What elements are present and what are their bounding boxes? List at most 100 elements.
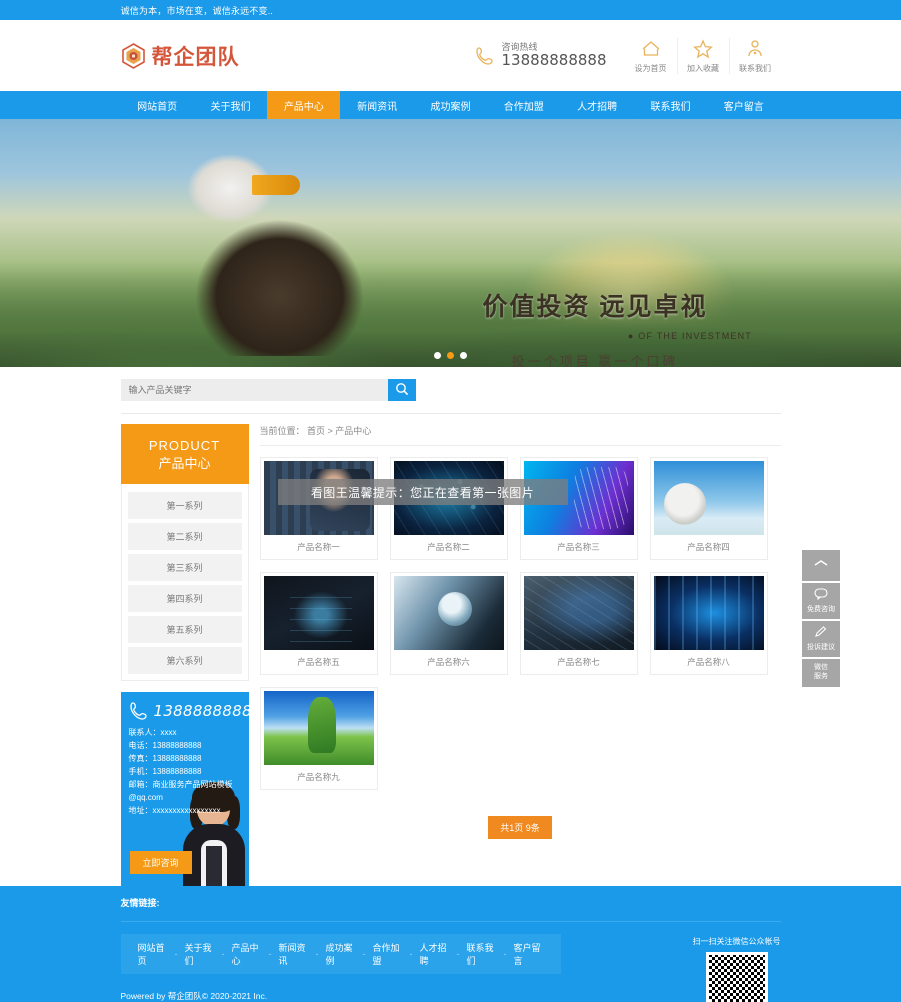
hexagon-logo-icon (121, 42, 146, 69)
breadcrumb-path[interactable]: 首页 > 产品中心 (307, 426, 371, 436)
footer-nav-item-4[interactable]: 成功案例 (319, 941, 363, 967)
footer-nav-item-2[interactable]: 产品中心 (225, 941, 269, 967)
search-icon (395, 382, 409, 399)
nav-item-3[interactable]: 新闻资讯 (340, 91, 413, 119)
product-card[interactable]: 产品名称一 (259, 457, 378, 560)
wechat-service-button[interactable]: 微信 服务 (802, 659, 840, 687)
complaint-suggestion-label: 投诉建议 (807, 644, 835, 652)
banner-english-tagline: ● OF THE INVESTMENT (627, 331, 752, 341)
scroll-to-top-button[interactable] (802, 550, 840, 582)
product-card[interactable]: 产品名称六 (389, 572, 508, 675)
location-person-icon (744, 38, 766, 59)
contact-line-4: 邮箱：商业服务产品网站模板 (128, 779, 233, 789)
banner-dot-2[interactable] (460, 352, 467, 359)
breadcrumb-prefix: 当前位置： (259, 426, 305, 436)
category-header-en: PRODUCT (148, 438, 221, 453)
search-input[interactable] (120, 379, 388, 401)
search-button[interactable] (387, 379, 416, 401)
contact-line-3: 手机：13888888888 (128, 766, 202, 776)
product-card[interactable]: 产品名称四 (649, 457, 768, 560)
nav-item-7[interactable]: 联系我们 (634, 91, 707, 119)
free-consult-button[interactable]: 免费咨询 (802, 583, 840, 620)
banner-dot-1[interactable] (447, 352, 454, 359)
content-area: PRODUCT 产品中心 第一系列 第二系列 第三系列 第四系列 第五系列 第六系列 13… (120, 414, 781, 887)
footer-info: Powered by 帮企团队© 2020-2021 Inc. 电 话：1388… (121, 974, 561, 1002)
slogan-text: 诚信为本，市场在变，诚信永远不变.. (120, 6, 274, 16)
footer-powered-by: Powered by 帮企团队© 2020-2021 Inc. (120, 991, 268, 1002)
product-label: 产品名称一 (297, 542, 340, 552)
nav-item-2[interactable]: 产品中心 (267, 91, 341, 119)
set-homepage-link[interactable]: 设为首页 (625, 38, 677, 74)
product-thumbnail[interactable] (263, 691, 374, 765)
nav-item-5[interactable]: 合作加盟 (487, 91, 560, 119)
chat-icon (804, 588, 838, 603)
nav-item-6[interactable]: 人才招聘 (560, 91, 633, 119)
footer-nav-item-5[interactable]: 合作加盟 (366, 941, 410, 967)
product-card[interactable]: 产品名称二 (389, 457, 508, 560)
product-card[interactable]: 产品名称八 (649, 572, 768, 675)
header-right-group: 咨询热线 13888888888 设为首页 加入收藏 联系我们 (475, 37, 781, 74)
site-logo[interactable]: 帮企团队 (121, 41, 240, 71)
free-consult-label: 免费咨询 (807, 606, 835, 614)
star-icon (692, 38, 714, 59)
product-label: 产品名称六 (427, 657, 470, 667)
product-card[interactable]: 产品名称七 (519, 572, 638, 675)
product-thumbnail[interactable] (653, 576, 764, 650)
banner-eagle-beak (252, 175, 300, 195)
category-item-3[interactable]: 第四系列 (127, 585, 242, 613)
product-card[interactable]: 产品名称九 (259, 687, 378, 790)
friend-links-title: 友情链接: (120, 898, 160, 909)
product-thumbnail[interactable] (653, 461, 764, 535)
banner-eagle-image (120, 141, 410, 356)
product-label: 产品名称五 (297, 657, 340, 667)
pagination-button[interactable]: 共1页 9条 (488, 816, 552, 839)
nav-item-1[interactable]: 关于我们 (194, 91, 267, 119)
product-card[interactable]: 产品名称五 (259, 572, 378, 675)
wechat-qr-block: 扫一扫关注微信公众帐号 (693, 934, 781, 1002)
chevron-up-icon (804, 559, 838, 570)
consult-now-button[interactable]: 立即咨询 (129, 851, 192, 875)
main-navigation: 网站首页 关于我们 产品中心 新闻资讯 成功案例 合作加盟 人才招聘 联系我们 客户留言 (0, 91, 901, 119)
contact-us-link[interactable]: 联系我们 (728, 37, 781, 74)
category-item-5[interactable]: 第六系列 (127, 647, 242, 675)
product-thumbnail[interactable] (263, 576, 374, 650)
product-label: 产品名称九 (297, 772, 340, 782)
contact-line-0: 联系人：xxxx (128, 728, 177, 738)
hero-banner: 价值投资 远见卓视 ● OF THE INVESTMENT 投一个项目 赢一个口… (0, 119, 901, 367)
qr-icon: 微信 服务 (814, 664, 828, 681)
add-favorite-link[interactable]: 加入收藏 (676, 37, 729, 74)
category-item-1[interactable]: 第二系列 (127, 523, 242, 551)
nav-item-8[interactable]: 客户留言 (707, 91, 780, 119)
banner-headline: 价值投资 远见卓视 (482, 293, 708, 321)
nav-item-0[interactable]: 网站首页 (121, 91, 194, 119)
contact-line-2: 传真：13888888888 (128, 754, 202, 763)
site-footer: 网站首页 - 关于我们 - 产品中心 - 新闻资讯 - 成功案例 - 合作加盟 - 人才招聘 - 联系我们 -… (0, 922, 901, 1002)
product-card[interactable]: 产品名称三 (519, 457, 638, 560)
nav-item-4[interactable]: 成功案例 (414, 91, 487, 119)
pagination: 共1页 9条 (260, 790, 781, 839)
main-column: 当前位置： 首页 > 产品中心 看图王温馨提示：您正在查看第一张图片 产品名称一… (259, 424, 781, 886)
footer-nav-item-7[interactable]: 联系我们 (460, 941, 504, 967)
category-item-0[interactable]: 第一系列 (127, 492, 242, 520)
pencil-icon (804, 626, 838, 641)
footer-nav-item-6[interactable]: 人才招聘 (413, 941, 457, 967)
footer-nav-item-8[interactable]: 客户留言 (507, 941, 551, 967)
product-label: 产品名称四 (687, 542, 730, 552)
banner-dot-0[interactable] (434, 352, 441, 359)
footer-nav-item-0[interactable]: 网站首页 (131, 941, 175, 967)
hotline-number: 13888888888 (501, 51, 607, 70)
site-header: 帮企团队 咨询热线 13888888888 设为首页 加入收藏 联系我们 (0, 20, 901, 91)
sidebar-contact-card: 13888888888 联系人：xxxx 电话：13888888888 传真：138… (120, 692, 249, 887)
category-item-4[interactable]: 第五系列 (127, 616, 242, 644)
category-item-2[interactable]: 第三系列 (127, 554, 242, 582)
contact-detail-lines: 联系人：xxxx 电话：13888888888 传真：13888888888 手机：1… (121, 721, 249, 818)
category-header: PRODUCT 产品中心 (120, 424, 249, 485)
product-thumbnail[interactable] (393, 576, 504, 650)
footer-nav-item-1[interactable]: 关于我们 (178, 941, 222, 967)
contact-line-1: 电话：13888888888 (128, 741, 202, 751)
complaint-suggestion-button[interactable]: 投诉建议 (802, 621, 840, 658)
float-toolbar: 免费咨询 投诉建议 微信 服务 (802, 550, 840, 689)
footer-nav-item-3[interactable]: 新闻资讯 (272, 941, 316, 967)
product-thumbnail[interactable] (523, 576, 634, 650)
product-grid: 看图王温馨提示：您正在查看第一张图片 产品名称一 产品名称二 产品名称三 产品名称四产… (259, 446, 781, 790)
